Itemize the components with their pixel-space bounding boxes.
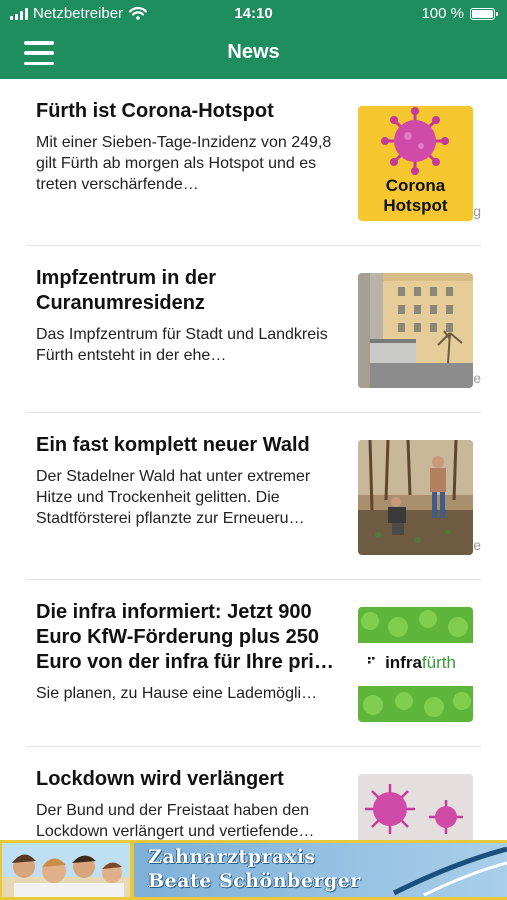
status-bar: Netzbetreiber 14:10 100 % [0,0,507,28]
corona-hotspot-thumbnail: Corona Hotspot [358,106,473,221]
news-text: Ein fast komplett neuer Wald Der Stadeln… [36,433,342,529]
page-title: News [227,41,280,63]
ad-line-name: Beate Schönberger [148,870,361,892]
forest-photo-thumbnail [358,440,473,555]
news-feed[interactable]: Fürth ist Corona-Hotspot Mit einer Siebe… [0,79,507,840]
infra-logo-suffix: fürth [421,653,456,672]
virus-icon [365,784,463,834]
virus-thumbnail [358,774,473,840]
battery-icon [470,7,498,20]
news-title: Die infra informiert: Jetzt 900 Euro KfW… [36,601,334,673]
news-text: Fürth ist Corona-Hotspot Mit einer Siebe… [36,99,342,195]
ad-text-panel: Zahnarztpraxis Beate Schönberger [134,843,507,897]
news-title: Fürth ist Corona-Hotspot [36,100,274,122]
news-summary: Mit einer Sieben-Tage-Inzidenz von 249,8… [36,134,332,193]
ad-banner[interactable]: Zahnarztpraxis Beate Schönberger [0,840,507,900]
infra-logo: infrafürth [358,653,473,673]
news-title: Lockdown wird verlängert [36,768,284,790]
status-right: 100 % [421,5,498,22]
ad-photo [2,843,130,897]
news-item[interactable]: Impfzentrum in der Curanumresidenz Das I… [26,246,481,413]
news-text: Die infra informiert: Jetzt 900 Euro KfW… [36,600,342,704]
news-summary: Der Bund und der Freistaat haben den Loc… [36,802,315,840]
nav-bar: News [0,28,507,79]
news-summary: Der Stadelner Wald hat unter extremer Hi… [36,468,311,527]
news-summary: Sie planen, zu Hause eine Lademögli… [36,685,318,702]
news-item[interactable]: Ein fast komplett neuer Wald Der Stadeln… [26,413,481,580]
thumbnail-caption: Corona Hotspot [383,176,448,215]
news-item[interactable]: Die infra informiert: Jetzt 900 Euro KfW… [26,580,481,747]
battery-percent: 100 % [421,5,464,22]
news-text: Lockdown wird verlängert Der Bund und de… [36,767,342,840]
ad-line-practice: Zahnarztpraxis [148,846,316,868]
infra-logo-prefix: infra [385,653,422,672]
building-photo-thumbnail [358,273,473,388]
news-text: Impfzentrum in der Curanumresidenz Das I… [36,266,342,366]
news-summary: Das Impfzentrum für Stadt und Landkreis … [36,326,328,364]
app-header: Netzbetreiber 14:10 100 % News [0,0,507,79]
news-title: Impfzentrum in der Curanumresidenz [36,267,217,314]
news-item[interactable]: Fürth ist Corona-Hotspot Mit einer Siebe… [26,79,481,246]
news-item[interactable]: Lockdown wird verlängert Der Bund und de… [26,747,481,840]
news-title: Ein fast komplett neuer Wald [36,434,310,456]
infra-logo-thumbnail: infrafürth [358,607,473,722]
